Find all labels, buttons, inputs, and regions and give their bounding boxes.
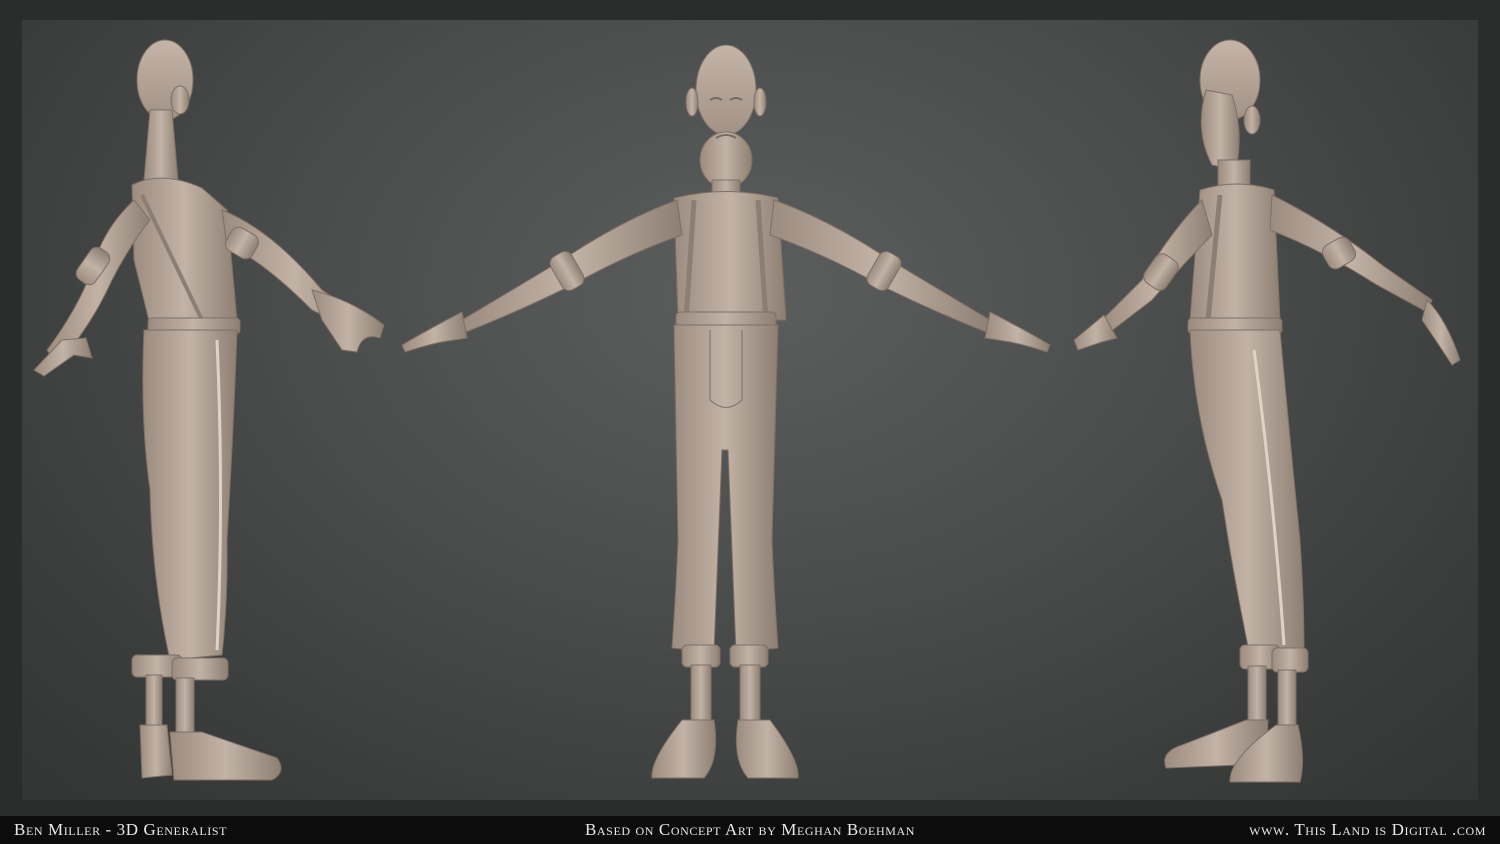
turnaround-render <box>33 39 1461 783</box>
turnaround-viewport <box>22 20 1478 800</box>
figure-front-side-view <box>1073 39 1461 783</box>
credits-bar: Ben Miller - 3D Generalist Based on Conc… <box>0 816 1500 844</box>
website-credit: www. This Land is Digital .com <box>1249 820 1486 839</box>
render-frame <box>0 0 1500 844</box>
figure-back-side-view <box>33 39 385 781</box>
figure-front-view <box>401 44 1051 779</box>
